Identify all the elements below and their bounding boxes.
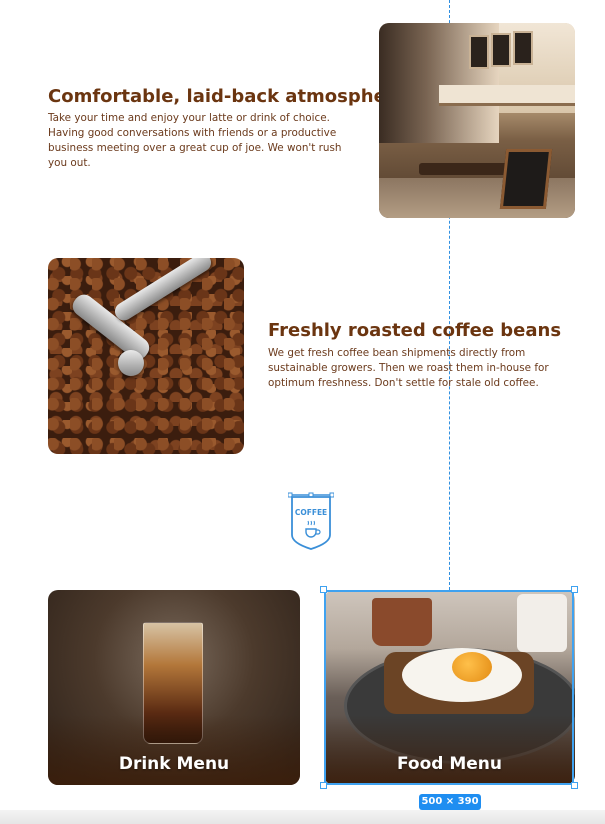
drink-menu-card[interactable]: Drink Menu bbox=[48, 590, 300, 785]
coffee-badge-label: COFFEE bbox=[295, 508, 327, 517]
food-menu-label: Food Menu bbox=[396, 754, 503, 774]
bottom-scroll-area bbox=[0, 810, 605, 824]
coffee-badge-icon: COFFEE bbox=[288, 492, 334, 550]
roaster-knob bbox=[118, 350, 144, 376]
plant-pot bbox=[372, 598, 432, 646]
photo-window bbox=[491, 33, 511, 67]
feature-atmosphere-title: Comfortable, laid-back atmosphere bbox=[48, 86, 407, 107]
photo-window bbox=[513, 31, 533, 65]
feature-beans-title: Freshly roasted coffee beans bbox=[268, 320, 562, 341]
roaster-arm bbox=[111, 258, 215, 324]
photo-window bbox=[469, 35, 489, 69]
drink-menu-label: Drink Menu bbox=[118, 754, 230, 774]
food-menu-card[interactable]: Food Menu bbox=[324, 590, 575, 785]
coffee-beans-photo bbox=[48, 258, 244, 454]
size-badge: 500 × 390 bbox=[419, 794, 481, 810]
feature-atmosphere-text: Take your time and enjoy your latte or d… bbox=[48, 112, 342, 169]
photo-awning bbox=[439, 85, 575, 106]
resize-handle-top-right[interactable] bbox=[571, 586, 578, 593]
egg-yolk bbox=[452, 652, 492, 682]
resize-handle-top-left[interactable] bbox=[320, 586, 327, 593]
coffee-mug bbox=[517, 594, 567, 652]
feature-beans-text: We get fresh coffee bean shipments direc… bbox=[268, 347, 549, 389]
resize-handle-bottom-left[interactable] bbox=[320, 782, 327, 789]
cafe-street-photo bbox=[379, 23, 575, 218]
resize-handle-bottom-right[interactable] bbox=[571, 782, 578, 789]
photo-chalkboard bbox=[499, 149, 553, 209]
